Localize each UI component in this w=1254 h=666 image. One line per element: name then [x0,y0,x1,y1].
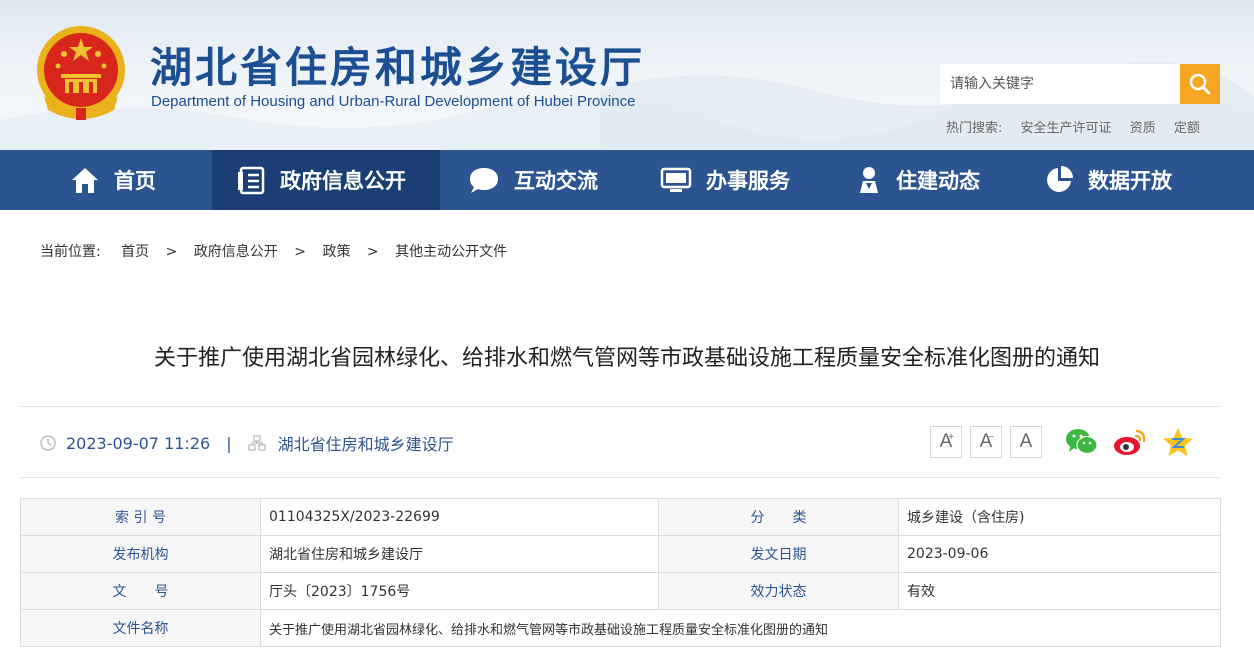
chat-bubble-icon [468,166,500,194]
info-key: 分 类 [658,498,899,536]
breadcrumb-lead: 当前位置: [40,244,101,260]
minus-icon: − [988,432,994,443]
hot-search-item[interactable]: 资质 [1130,121,1156,136]
font-button-label: A [1019,431,1033,452]
meta-divider: | [226,433,232,453]
info-key: 文件名称 [20,609,261,647]
info-value: 关于推广使用湖北省园林绿化、给排水和燃气管网等市政基础设施工程质量安全标准化图册… [260,609,1221,647]
font-increase-button[interactable]: A + [930,426,962,458]
table-row: 文 号 厅头〔2023〕1756号 效力状态 有效 [20,572,1221,610]
info-value: 厅头〔2023〕1756号 [260,572,659,610]
breadcrumb-item[interactable]: 其他主动公开文件 [395,244,507,260]
info-value: 城乡建设（含住房) [898,498,1221,536]
table-row: 文件名称 关于推广使用湖北省园林绿化、给排水和燃气管网等市政基础设施工程质量安全… [20,609,1221,647]
table-row: 索 引 号 01104325X/2023-22699 分 类 城乡建设（含住房) [20,498,1221,536]
plus-icon: + [948,432,954,443]
nav-item-services[interactable]: 办事服务 [630,150,826,210]
nav-item-label: 政府信息公开 [280,169,406,193]
main-nav: 首页 政府信息公开 互动交流 办事服务 住建动态 数据开放 [0,150,1254,210]
info-key: 文 号 [20,572,261,610]
hot-search-item[interactable]: 定额 [1174,121,1200,136]
nav-item-news[interactable]: 住建动态 [826,150,1016,210]
national-emblem-icon [37,26,125,120]
divider-line [20,406,1220,407]
hot-search: 热门搜索: 安全生产许可证 资质 定额 [946,117,1214,136]
article-meta: 2023-09-07 11:26 | 湖北省住房和城乡建设厅 [40,432,454,454]
nav-item-label: 住建动态 [896,169,980,193]
monitor-icon [660,166,692,194]
hot-search-item[interactable]: 安全生产许可证 [1021,121,1112,136]
table-row: 发布机构 湖北省住房和城乡建设厅 发文日期 2023-09-06 [20,535,1221,573]
pie-chart-icon [1044,165,1074,195]
nav-item-home[interactable]: 首页 [0,150,212,210]
wechat-icon [1066,429,1098,455]
publish-datetime: 2023-09-07 11:26 [66,433,211,453]
document-info-table: 索 引 号 01104325X/2023-22699 分 类 城乡建设（含住房)… [20,498,1221,647]
search-button[interactable] [1180,64,1220,104]
nav-item-label: 数据开放 [1088,169,1172,193]
search-icon [1189,73,1211,95]
nav-item-label: 办事服务 [706,169,790,193]
info-value: 01104325X/2023-22699 [260,498,659,536]
info-value: 有效 [898,572,1221,610]
weibo-icon [1114,429,1146,455]
info-key: 发布机构 [20,535,261,573]
breadcrumb-separator: > [366,244,379,260]
breadcrumb-item[interactable]: 首页 [121,244,149,260]
document-list-icon [236,165,266,195]
clock-icon [40,435,56,451]
search-input[interactable] [940,64,1180,104]
breadcrumb-item[interactable]: 政策 [322,244,350,260]
font-reset-button[interactable]: A [1010,426,1042,458]
article-title: 关于推广使用湖北省园林绿化、给排水和燃气管网等市政基础设施工程质量安全标准化图册… [153,346,1100,371]
info-value: 湖北省住房和城乡建设厅 [260,535,659,573]
site-header: 湖北省住房和城乡建设厅 Department of Housing and Ur… [0,0,1254,150]
nav-item-open-data[interactable]: 数据开放 [1016,150,1254,210]
organization-icon [247,435,266,451]
info-key: 发文日期 [658,535,899,573]
breadcrumb-item[interactable]: 政府信息公开 [194,244,278,260]
info-key: 索 引 号 [20,498,261,536]
nav-item-label: 首页 [114,169,156,193]
article-source: 湖北省住房和城乡建设厅 [277,435,454,454]
share-wechat-button[interactable] [1064,424,1100,460]
breadcrumb-separator: > [165,244,178,260]
font-decrease-button[interactable]: A − [970,426,1002,458]
nav-item-interaction[interactable]: 互动交流 [440,150,630,210]
divider-line [20,477,1220,478]
font-size-controls: A + A − A [930,426,1050,458]
location-person-icon [856,165,882,195]
share-qzone-button[interactable] [1160,424,1196,460]
nav-item-gov-info[interactable]: 政府信息公开 [212,150,440,210]
site-title: 湖北省住房和城乡建设厅 [150,43,646,92]
hot-search-label: 热门搜索: [946,121,1003,136]
share-weibo-button[interactable] [1112,424,1148,460]
share-buttons [1064,424,1208,460]
qzone-icon [1163,428,1193,456]
info-value: 2023-09-06 [898,535,1221,573]
breadcrumb-separator: > [294,244,306,260]
site-subtitle: Department of Housing and Urban-Rural De… [151,93,636,110]
nav-item-label: 互动交流 [514,169,598,193]
home-icon [70,166,100,194]
breadcrumb: 当前位置: 首页 > 政府信息公开 > 政策 > 其他主动公开文件 [40,241,507,261]
info-key: 效力状态 [658,572,899,610]
